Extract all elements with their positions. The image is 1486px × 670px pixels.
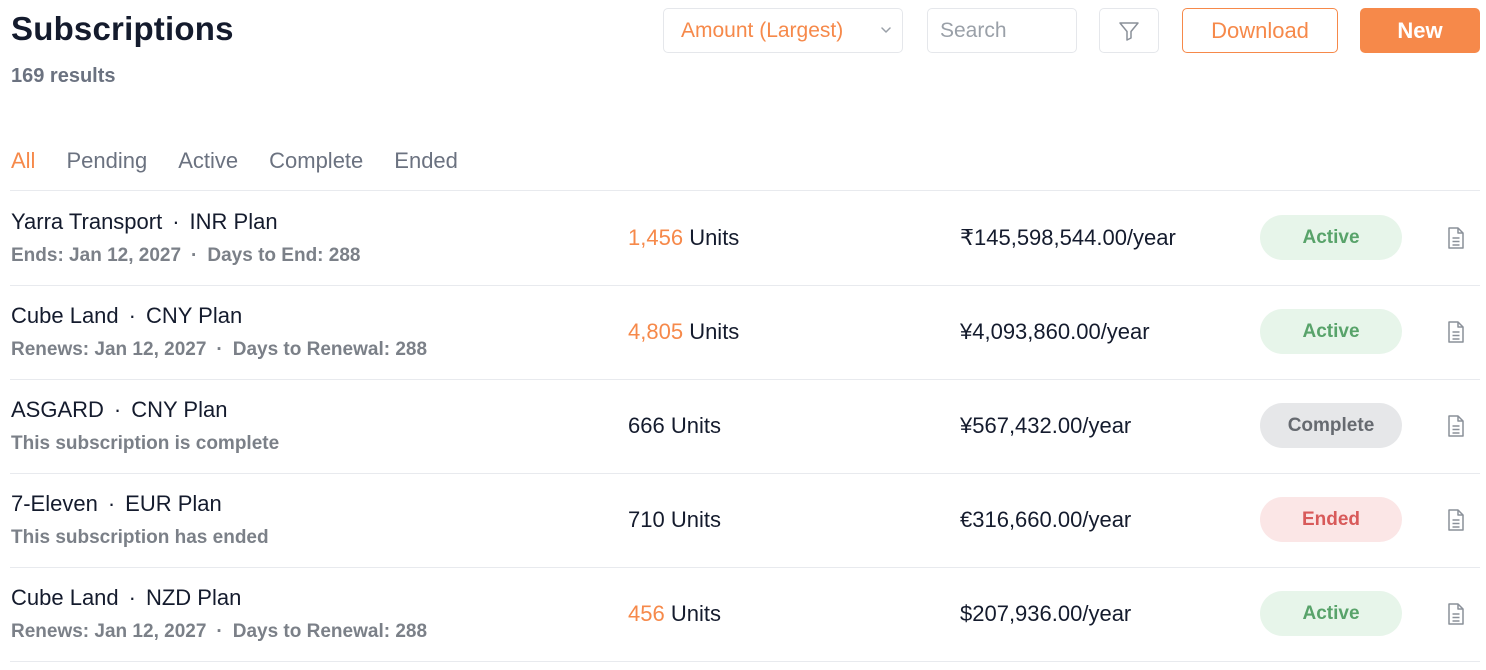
separator-dot: · bbox=[216, 621, 223, 642]
company-name: ASGARD bbox=[11, 397, 104, 422]
tab-active[interactable]: Active bbox=[178, 148, 238, 174]
units-cell: 4,805 Units bbox=[628, 319, 739, 345]
tab-complete[interactable]: Complete bbox=[269, 148, 363, 174]
tab-pending[interactable]: Pending bbox=[66, 148, 147, 174]
sort-value: Amount (Largest) bbox=[681, 18, 844, 42]
units-count: 456 bbox=[628, 601, 665, 626]
company-name: 7-Eleven bbox=[11, 491, 98, 516]
document-icon[interactable] bbox=[1446, 414, 1466, 438]
units-cell: 710 Units bbox=[628, 507, 721, 533]
price-cell: $207,936.00/year bbox=[960, 601, 1132, 626]
price-cell: ¥4,093,860.00/year bbox=[960, 319, 1150, 344]
page-title: Subscriptions bbox=[11, 10, 234, 47]
separator-dot: · bbox=[191, 245, 198, 266]
document-icon[interactable] bbox=[1446, 602, 1466, 626]
separator-dot: · bbox=[107, 491, 116, 516]
plan-name: INR Plan bbox=[189, 209, 278, 234]
divider bbox=[10, 661, 1480, 662]
plan-name: NZD Plan bbox=[145, 585, 242, 610]
new-button[interactable]: New bbox=[1360, 8, 1480, 53]
search-input[interactable] bbox=[927, 8, 1077, 53]
units-count: 1,456 bbox=[628, 225, 684, 250]
price-cell: €316,660.00/year bbox=[960, 507, 1132, 532]
company-name: Cube Land bbox=[11, 303, 119, 328]
separator-dot: · bbox=[128, 585, 136, 610]
document-icon[interactable] bbox=[1446, 226, 1466, 250]
plan-name: CNY Plan bbox=[131, 397, 228, 422]
tab-ended[interactable]: Ended bbox=[394, 148, 458, 174]
units-cell: 666 Units bbox=[628, 413, 721, 439]
results-count: 169 results bbox=[11, 65, 116, 87]
row-subtext: Renews: Jan 12, 2027 bbox=[11, 339, 207, 360]
units-label: Units bbox=[670, 601, 721, 626]
status-badge: Ended bbox=[1260, 497, 1402, 542]
download-button[interactable]: Download bbox=[1182, 8, 1338, 53]
separator-dot: · bbox=[113, 397, 122, 422]
price-cell: ₹145,598,544.00/year bbox=[960, 225, 1176, 250]
row-subtext-2: Days to End: 288 bbox=[207, 245, 361, 266]
units-count: 666 bbox=[628, 413, 665, 438]
company-name: Cube Land bbox=[11, 585, 119, 610]
table-row[interactable]: ASGARD · CNY Plan This subscription is com… bbox=[0, 379, 1486, 473]
document-icon[interactable] bbox=[1446, 320, 1466, 344]
subscriptions-page: Subscriptions 169 results Amount (Larges… bbox=[0, 0, 1486, 670]
company-name: Yarra Transport bbox=[11, 209, 163, 234]
table-row[interactable]: 7-Eleven · EUR Plan This subscription has … bbox=[0, 473, 1486, 567]
table-row[interactable]: Cube Land · CNY Plan Renews: Jan 12, 2027 ·… bbox=[0, 285, 1486, 379]
row-subtext: This subscription is complete bbox=[11, 433, 280, 454]
status-badge: Active bbox=[1260, 309, 1402, 354]
table-row[interactable]: Cube Land · NZD Plan Renews: Jan 12, 2027 ·… bbox=[0, 567, 1486, 661]
tab-all[interactable]: All bbox=[11, 148, 35, 174]
separator-dot: · bbox=[216, 339, 223, 360]
document-icon[interactable] bbox=[1446, 508, 1466, 532]
units-count: 710 bbox=[628, 507, 665, 532]
filter-icon bbox=[1119, 21, 1139, 41]
units-label: Units bbox=[689, 225, 740, 250]
units-count: 4,805 bbox=[628, 319, 684, 344]
units-cell: 456 Units bbox=[628, 601, 721, 627]
status-badge: Active bbox=[1260, 215, 1402, 260]
price-cell: ¥567,432.00/year bbox=[960, 413, 1132, 438]
plan-name: CNY Plan bbox=[145, 303, 243, 328]
units-label: Units bbox=[670, 413, 721, 438]
plan-name: EUR Plan bbox=[125, 491, 222, 516]
units-cell: 1,456 Units bbox=[628, 225, 739, 251]
table-row[interactable]: Yarra Transport · INR Plan Ends: Jan 12, 2… bbox=[0, 191, 1486, 285]
units-label: Units bbox=[689, 319, 740, 344]
row-subtext-2: Days to Renewal: 288 bbox=[232, 621, 428, 642]
sort-select[interactable]: Amount (Largest) bbox=[663, 8, 903, 53]
status-badge: Complete bbox=[1260, 403, 1402, 448]
row-subtext: Ends: Jan 12, 2027 bbox=[11, 245, 182, 266]
status-tabs: All Pending Active Complete Ended bbox=[11, 148, 489, 174]
row-subtext: Renews: Jan 12, 2027 bbox=[11, 621, 207, 642]
row-subtext: This subscription has ended bbox=[11, 527, 269, 548]
chevron-down-icon bbox=[881, 27, 891, 33]
separator-dot: · bbox=[172, 209, 180, 234]
filter-button[interactable] bbox=[1099, 8, 1159, 53]
units-label: Units bbox=[670, 507, 721, 532]
status-badge: Active bbox=[1260, 591, 1402, 636]
row-subtext-2: Days to Renewal: 288 bbox=[232, 339, 428, 360]
separator-dot: · bbox=[128, 303, 136, 328]
